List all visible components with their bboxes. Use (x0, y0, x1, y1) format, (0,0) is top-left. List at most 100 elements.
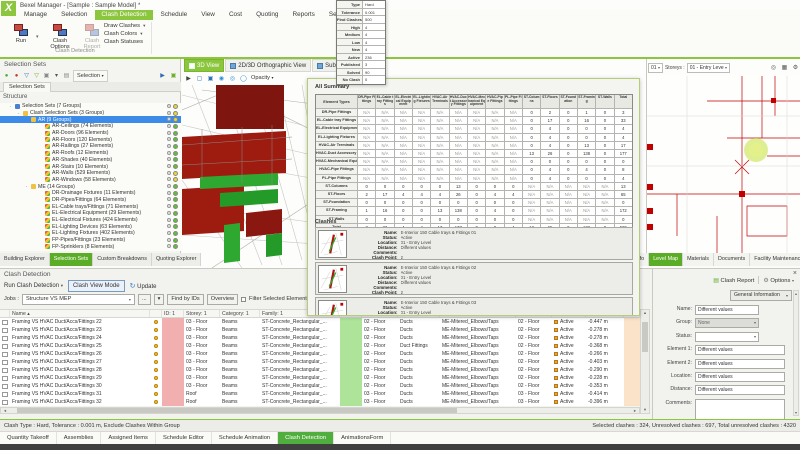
find-by-ids-button[interactable]: Find by IDs (167, 294, 203, 305)
visibility-dot-icon[interactable] (167, 131, 171, 135)
right-bottom-tab[interactable]: Level Map (649, 253, 683, 266)
section-box-icon[interactable]: ▣ (206, 74, 215, 83)
expand-icon[interactable]: - (24, 184, 29, 189)
tree-item[interactable]: AR-Walls (529 Elements) (0, 170, 181, 177)
status-dot-icon[interactable] (173, 204, 178, 209)
tree-item[interactable]: AR-Ceilings (74 Elements) (0, 123, 181, 130)
clash-table-row[interactable]: + Framing VS HVAC Duct/Accs/Fittings 32 … (0, 398, 640, 406)
status-dot-icon[interactable] (173, 171, 178, 176)
ribbon-tab[interactable]: Selection (55, 10, 93, 20)
filter-menu-icon[interactable]: ▾ (52, 71, 61, 80)
orbit-icon[interactable]: ◉ (217, 74, 226, 83)
layers-icon[interactable]: ▦ (780, 63, 789, 72)
property-value-field[interactable]: Different values (695, 372, 785, 382)
viewport-tab[interactable]: 2D/3D Orthographic View (225, 59, 311, 72)
status-dot-icon[interactable] (173, 197, 178, 202)
visibility-dot-icon[interactable] (167, 211, 171, 215)
visibility-dot-icon[interactable] (167, 204, 171, 208)
right-bottom-tab[interactable]: Facility Maintenance (750, 253, 800, 266)
col-category1[interactable]: Category: 1 (220, 310, 260, 317)
status-dot-icon[interactable] (173, 117, 178, 122)
col-id1[interactable]: ID: 1 (162, 310, 184, 317)
vertical-scroll-thumb[interactable] (642, 322, 648, 352)
ribbon-tab[interactable]: View (195, 10, 221, 20)
select-cursor-icon[interactable]: ▶ (184, 74, 193, 83)
expand-icon[interactable]: - (16, 111, 21, 116)
ribbon-tab[interactable]: Cost (223, 10, 248, 20)
visibility-dot-icon[interactable] (167, 164, 171, 168)
clash-card[interactable]: Name:E-Interior 150 Cable trays & Fittin… (315, 297, 633, 316)
ribbon-tab[interactable]: Clash Detection (95, 10, 152, 20)
status-dot-icon[interactable] (173, 124, 178, 129)
status-dot-icon[interactable] (173, 157, 178, 162)
row-expand-icon[interactable]: + (2, 336, 8, 341)
visibility-dot-icon[interactable] (167, 137, 171, 141)
tree-item[interactable]: AR-Floors (120 Elements) (0, 136, 181, 143)
status-dot-icon[interactable] (173, 184, 178, 189)
app-tab[interactable]: Clash Detection (278, 432, 334, 444)
property-value-field[interactable]: Different values (695, 305, 759, 315)
clash-view-mode-button[interactable]: Clash View Mode (68, 280, 125, 292)
visibility-dot-icon[interactable] (167, 111, 171, 115)
clash-table-row[interactable]: + Framing VS HVAC Duct/Accs/Fittings 29 … (0, 374, 640, 382)
tree-item[interactable]: EL-Electrical Equipment (29 Elements) (0, 210, 181, 217)
right-bottom-tab[interactable]: Documents (714, 253, 750, 266)
visibility-dot-icon[interactable] (167, 197, 171, 201)
visibility-dot-icon[interactable] (167, 191, 171, 195)
clash-table-row[interactable]: + Framing VS HVAC Duct/Accs/Fittings 31 … (0, 390, 640, 398)
visibility-dot-icon[interactable] (167, 157, 171, 161)
copy-icon[interactable]: ▣ (42, 71, 51, 80)
zoom-icon[interactable]: ◯ (239, 74, 248, 83)
update-button[interactable]: ↻ Update (130, 282, 157, 290)
clash-table-row[interactable]: + Framing VS HVAC Duct/Accs/Fittings 30 … (0, 382, 640, 390)
storey-select[interactable]: 01 - Entry Leve ▾ (687, 63, 730, 73)
scroll-down-icon[interactable]: ▾ (794, 410, 798, 415)
run-dropdown-caret-icon[interactable]: ▾ (36, 34, 39, 40)
viewport-tab[interactable]: 3D View (184, 59, 224, 72)
run-clash-detection-button[interactable]: Run Clash Detection ▾ (4, 283, 63, 289)
row-expand-icon[interactable]: + (2, 384, 8, 389)
scroll-up-icon[interactable]: ▴ (794, 291, 798, 296)
status-dot-icon[interactable] (173, 177, 178, 182)
opacity-dropdown[interactable]: Opacity ▾ (251, 75, 274, 81)
visibility-dot-icon[interactable] (167, 144, 171, 148)
level-map-canvas[interactable] (647, 76, 800, 253)
expand-icon[interactable]: - (24, 117, 29, 122)
tree-item[interactable]: DR-Pipes/Fittings (64 Elements) (0, 197, 181, 204)
visibility-dot-icon[interactable] (167, 124, 171, 128)
clash-table-row[interactable]: + Framing VS HVAC Duct/Accs/Fittings 27 … (0, 358, 640, 366)
app-tab[interactable]: Schedule Animation (212, 432, 278, 444)
row-expand-icon[interactable]: + (2, 320, 8, 325)
properties-scrollbar[interactable]: ▴ ▾ (793, 290, 799, 416)
add-selection-set-icon[interactable]: ● (2, 71, 11, 80)
clash-table-row[interactable]: + Framing VS HVAC Duct/Accs/Fittings 28 … (0, 366, 640, 374)
section-select[interactable]: General Information ▾ (730, 290, 792, 301)
clash-table-row[interactable]: + Framing VS HVAC Duct/Accs/Fittings 23 … (0, 326, 640, 334)
overview-button[interactable]: Overview (207, 294, 238, 305)
clash-table-row[interactable]: + Framing VS HVAC Duct/Accs/Fittings 22 … (0, 318, 640, 326)
ribbon-tab[interactable]: Schedule (155, 10, 194, 20)
status-dot-icon[interactable] (173, 244, 178, 249)
status-dot-icon[interactable] (173, 137, 178, 142)
tree-item[interactable]: AR-Windows (58 Elements) (0, 177, 181, 184)
status-dot-icon[interactable] (173, 191, 178, 196)
col-name[interactable]: Name ▴ (10, 310, 150, 317)
col-storey1[interactable]: Storey: 1 (184, 310, 220, 317)
tree-item[interactable]: DR-Drainage Fixtures (11 Elements) (0, 190, 181, 197)
visibility-dot-icon[interactable] (167, 104, 171, 108)
clash-report-button[interactable]: ▤ Clash Report (713, 277, 754, 284)
row-expand-icon[interactable]: + (2, 376, 8, 381)
box-select-icon[interactable]: ▢ (195, 74, 204, 83)
tree-item[interactable]: - Selection Sets (7 Groups) (0, 103, 181, 110)
visibility-dot-icon[interactable] (167, 238, 171, 242)
vertical-scrollbar[interactable]: ▴ ▾ (640, 309, 650, 414)
scroll-down-icon[interactable]: ▾ (641, 407, 649, 413)
status-dot-icon[interactable] (173, 164, 178, 169)
clash-table-row[interactable]: + Framing VS HVAC Duct/Accs/Fittings 25 … (0, 342, 640, 350)
settings-icon[interactable]: ⚙ (791, 63, 800, 72)
tree-item[interactable]: AR-Railings (27 Elements) (0, 143, 181, 150)
more-button[interactable]: ... (138, 294, 151, 305)
tree-item[interactable]: EL-Cable trays/Fittings (71 Elements) (0, 203, 181, 210)
viewport-2d[interactable]: 01 ▾ Storeys : 01 - Entry Leve ▾ ◎ ▦ ⚙ (646, 59, 800, 266)
tree-item[interactable]: AR-Doors (96 Elements) (0, 130, 181, 137)
